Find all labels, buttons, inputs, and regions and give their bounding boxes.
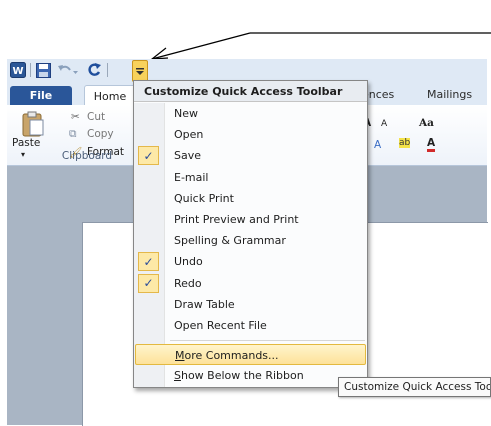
checkmark-icon: ✓ [138,273,159,293]
menu-item-label: Redo [174,276,202,290]
menu-item-save[interactable]: ✓ Save [134,145,367,166]
toolbar-separator [29,61,31,79]
chevron-down-icon[interactable]: ▾ [21,150,25,159]
menu-separator [170,340,365,341]
menu-item-label: Open [174,128,204,142]
menu-item-label: Print Preview and Print [174,213,299,226]
checkmark-icon: ✓ [138,252,159,272]
tooltip: Customize Quick Access Toolbar [338,377,491,397]
redo-icon[interactable] [85,61,103,79]
copy-button[interactable]: Copy [87,128,114,140]
menu-item-spelling-grammar[interactable]: Spelling & Grammar [134,230,367,251]
menu-item-new[interactable]: New [134,103,367,124]
menu-item-redo[interactable]: ✓ Redo [134,273,367,294]
tab-file[interactable]: File [10,86,72,105]
clipboard-group-label: Clipboard [61,150,113,162]
text-effects-icon[interactable]: A [374,139,381,151]
save-icon[interactable] [34,61,52,79]
menu-item-label: Spelling & Grammar [174,234,286,248]
undo-icon[interactable] [57,61,79,79]
font-color-icon[interactable]: A [427,137,436,152]
highlight-icon[interactable]: ab [399,138,411,148]
cut-button[interactable]: Cut [87,111,105,123]
customize-qat-menu: Customize Quick Access Toolbar New Open ✓ S… [133,80,368,388]
menu-item-open-recent-file[interactable]: Open Recent File [134,315,367,336]
show-below-ribbon-item[interactable]: Show Below the Ribbon [134,365,367,386]
change-case-button[interactable]: Aa [419,117,434,129]
checkmark-icon: ✓ [138,146,159,166]
menu-item-label: E-mail [174,170,209,184]
menu-item-draw-table[interactable]: Draw Table [134,294,367,315]
menu-item-label: New [174,107,198,120]
menu-item-print-preview-and-print[interactable]: Print Preview and Print [134,209,367,230]
paste-button[interactable]: Paste [12,137,40,149]
menu-item-label: Quick Print [174,191,234,205]
shrink-font-button[interactable]: A [381,119,387,129]
customize-dropdown-icon[interactable] [132,60,148,82]
copy-icon: ⧉ [69,128,77,140]
menu-item-label: Draw Table [174,297,235,311]
menu-item-undo[interactable]: ✓ Undo [134,251,367,272]
show-below-ribbon-label: Show Below the Ribbon [174,369,304,382]
scissors-icon: ✂ [71,111,80,123]
svg-text:W: W [12,66,23,77]
tab-home[interactable]: Home [84,85,136,107]
menu-item-label: Undo [174,255,203,269]
callout-arrow [150,32,491,60]
toolbar-separator [106,61,108,79]
menu-title: Customize Quick Access Toolbar [134,81,367,102]
menu-item-quick-print[interactable]: Quick Print [134,188,367,209]
menu-item-label: Open Recent File [174,319,267,332]
menu-item-label: Save [174,149,202,163]
menu-item-open[interactable]: Open [134,124,367,145]
paste-icon[interactable] [21,111,45,137]
more-commands-label: More Commands... [175,349,279,362]
word-logo-icon[interactable]: W [10,61,26,79]
more-commands-item[interactable]: More Commands... [135,344,366,365]
tab-mailings[interactable]: Mailings [427,88,472,101]
menu-item-e-mail[interactable]: E-mail [134,167,367,188]
